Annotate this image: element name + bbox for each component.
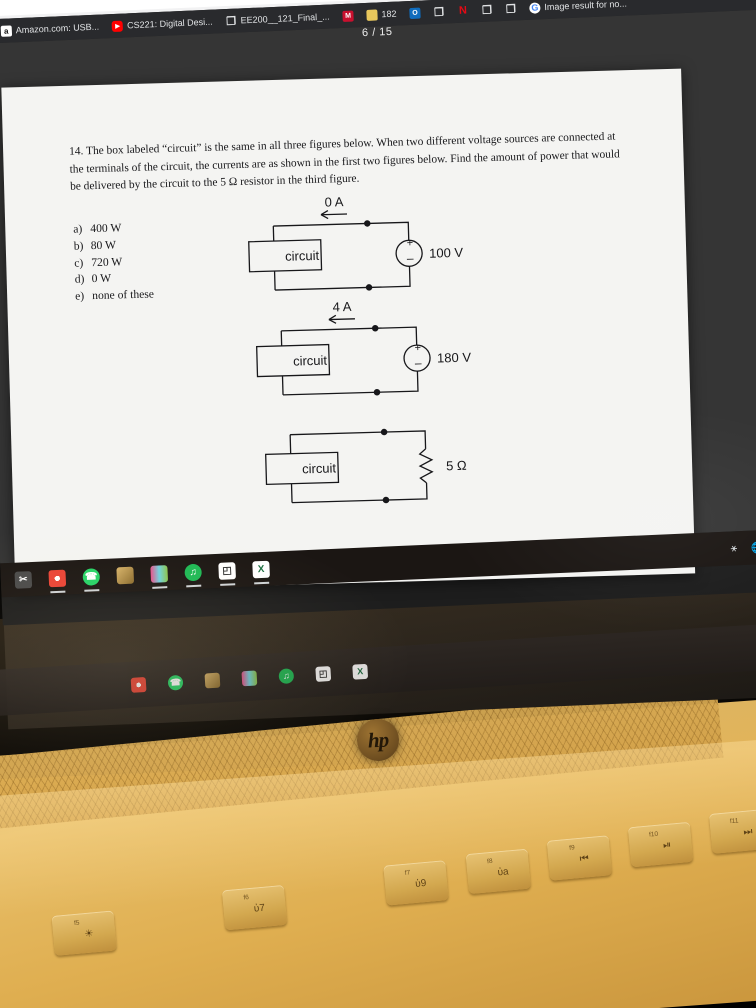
youtube-icon: ▶ [111, 20, 124, 32]
key-f7[interactable]: f7 ὐ9 [383, 860, 449, 906]
bookmark-label: Image result for no... [544, 0, 628, 13]
bookmark-item[interactable]: ❐ [433, 6, 445, 19]
bookmark-item[interactable]: N [457, 4, 468, 17]
document-icon: ❐ [225, 15, 237, 28]
figure-2-source-minus: – [415, 356, 422, 370]
choice-d-text: 0 W [91, 272, 112, 286]
choice-a-text: 400 W [90, 221, 122, 236]
vlc-icon-reflection [241, 669, 258, 686]
mcafee-icon: M [342, 9, 354, 22]
key-f5[interactable]: f5 ☀ [51, 910, 117, 956]
key-f11-label: f11 [729, 817, 739, 826]
whatsapp-icon[interactable]: ☎ [82, 567, 101, 586]
bookmark-item[interactable]: G Image result for no... [529, 0, 628, 14]
bookmark-label: Amazon.com: USB... [15, 21, 100, 36]
key-f10-label: f10 [648, 830, 659, 839]
choice-c-letter: c) [74, 255, 84, 270]
bookmark-item[interactable]: M [342, 9, 354, 22]
bookmark-label: 182 [381, 8, 397, 20]
folder-icon [366, 8, 378, 21]
bookmark-item[interactable]: ❐ EE200__121_Final_... [225, 11, 330, 28]
pdf-page: 14. The box labeled “circuit” is the sam… [1, 68, 696, 593]
volume-down-icon: ὐ9 [414, 877, 427, 890]
excel-icon[interactable]: X [252, 560, 270, 578]
spotify-icon-reflection: ♫ [278, 667, 295, 684]
key-f9[interactable]: f9 ⏮ [546, 835, 613, 881]
chrome-icon-reflection [130, 676, 147, 693]
answer-choices: a) 400 W b) 80 W c) 720 W d) 0 W e) none of t… [73, 219, 154, 305]
winrar-icon-reflection [204, 672, 221, 688]
spotify-icon[interactable]: ♫ [184, 563, 203, 581]
bookmark-item[interactable]: O [409, 7, 421, 19]
bookmark-item[interactable]: ▶ CS221: Digital Desi... [111, 16, 213, 32]
next-track-icon: ⏭ [743, 826, 754, 838]
brightness-icon: ☀ [84, 928, 94, 941]
chrome-icon[interactable] [48, 569, 67, 587]
play-pause-icon: ⏯ [662, 839, 672, 852]
choice-e-text: none of these [92, 287, 155, 303]
figure-2-source-plus: + [414, 342, 421, 354]
key-f5-label: f5 [73, 919, 80, 928]
key-f10[interactable]: f10 ⏯ [627, 821, 694, 868]
key-f11[interactable]: f11 ⏭ [708, 808, 756, 854]
figure-3: circuit 5 Ω [260, 407, 493, 523]
winrar-icon[interactable] [116, 566, 135, 584]
netflix-icon: N [458, 4, 468, 17]
figure-1-current-label: 0 A [324, 194, 344, 210]
key-f8[interactable]: f8 ὐa [465, 848, 531, 895]
choice-b-letter: b) [73, 239, 84, 253]
key-f9-label: f9 [568, 844, 575, 852]
question-text: 14. The box labeled “circuit” is the sam… [68, 130, 620, 194]
snipping-tool-icon[interactable]: ✂ [14, 570, 33, 589]
key-f6-label: f6 [243, 894, 250, 902]
outlook-icon: O [409, 7, 421, 19]
figure-1-source-minus: – [407, 251, 414, 265]
excel-icon-reflection: X [352, 663, 369, 680]
previous-track-icon: ⏮ [579, 853, 590, 865]
figure-1-source-plus: + [406, 237, 413, 249]
mute-icon: ὐ7 [253, 902, 266, 915]
figure-2-current-label: 4 A [332, 299, 352, 315]
choice-d-letter: d) [74, 272, 85, 287]
choice-e[interactable]: e) none of these [75, 287, 154, 306]
figure-1-source-label: 100 V [429, 245, 464, 261]
figure-2-source-label: 180 V [437, 350, 472, 366]
choice-b-text: 80 W [90, 238, 117, 252]
laptop-photo-scene: f5 ☀ f6 ὐ7 f7 ὐ9 f8 ὐa f9 ⏮ f10 ⏯ f11 ⏭ … [0, 0, 756, 1008]
key-f8-label: f8 [486, 857, 493, 866]
choice-e-letter: e) [75, 289, 85, 303]
key-f7-label: f7 [404, 869, 411, 877]
key-f6[interactable]: f6 ὐ7 [221, 884, 288, 931]
figure-1-box-label: circuit [285, 248, 320, 264]
figure-3-resistor-label: 5 Ω [446, 458, 467, 474]
bookmark-item[interactable]: ❐ [481, 3, 493, 17]
photos-icon-reflection: ◰ [315, 665, 332, 682]
document-icon: ❐ [505, 2, 517, 16]
figure-3-box-label: circuit [302, 460, 337, 476]
choice-a-letter: a) [73, 222, 83, 236]
volume-up-icon: ὐa [497, 866, 510, 879]
choice-c-text: 720 W [91, 254, 123, 269]
figure-2: circuit 4 A + – 180 V [250, 297, 483, 418]
figure-1: circuit 0 A + – 100 V [243, 193, 476, 314]
people-icon[interactable]: ⚹ [730, 542, 737, 555]
bookmark-label: CS221: Digital Desi... [126, 16, 213, 31]
system-tray: ⚹ 🌐 ⌃ [730, 529, 756, 565]
bookmark-item[interactable]: 182 [366, 8, 397, 21]
network-globe-icon[interactable]: 🌐 [751, 541, 756, 555]
document-icon: ❐ [433, 6, 445, 19]
google-icon: G [529, 1, 541, 14]
laptop-screen: C ce_Fin ✕ C The Voltage ✕ G by how muc … [0, 0, 756, 626]
amazon-icon: a [0, 24, 12, 37]
vlc-icon[interactable] [150, 564, 169, 583]
bookmark-item[interactable]: ❐ [505, 2, 517, 16]
document-icon: ❐ [481, 3, 493, 17]
bookmark-label: EE200__121_Final_... [240, 11, 330, 26]
photos-icon[interactable]: ◰ [218, 561, 236, 580]
figure-2-box-label: circuit [293, 353, 328, 369]
bookmark-item[interactable]: a Amazon.com: USB... [0, 21, 100, 37]
whatsapp-icon-reflection: ☎ [167, 674, 184, 691]
